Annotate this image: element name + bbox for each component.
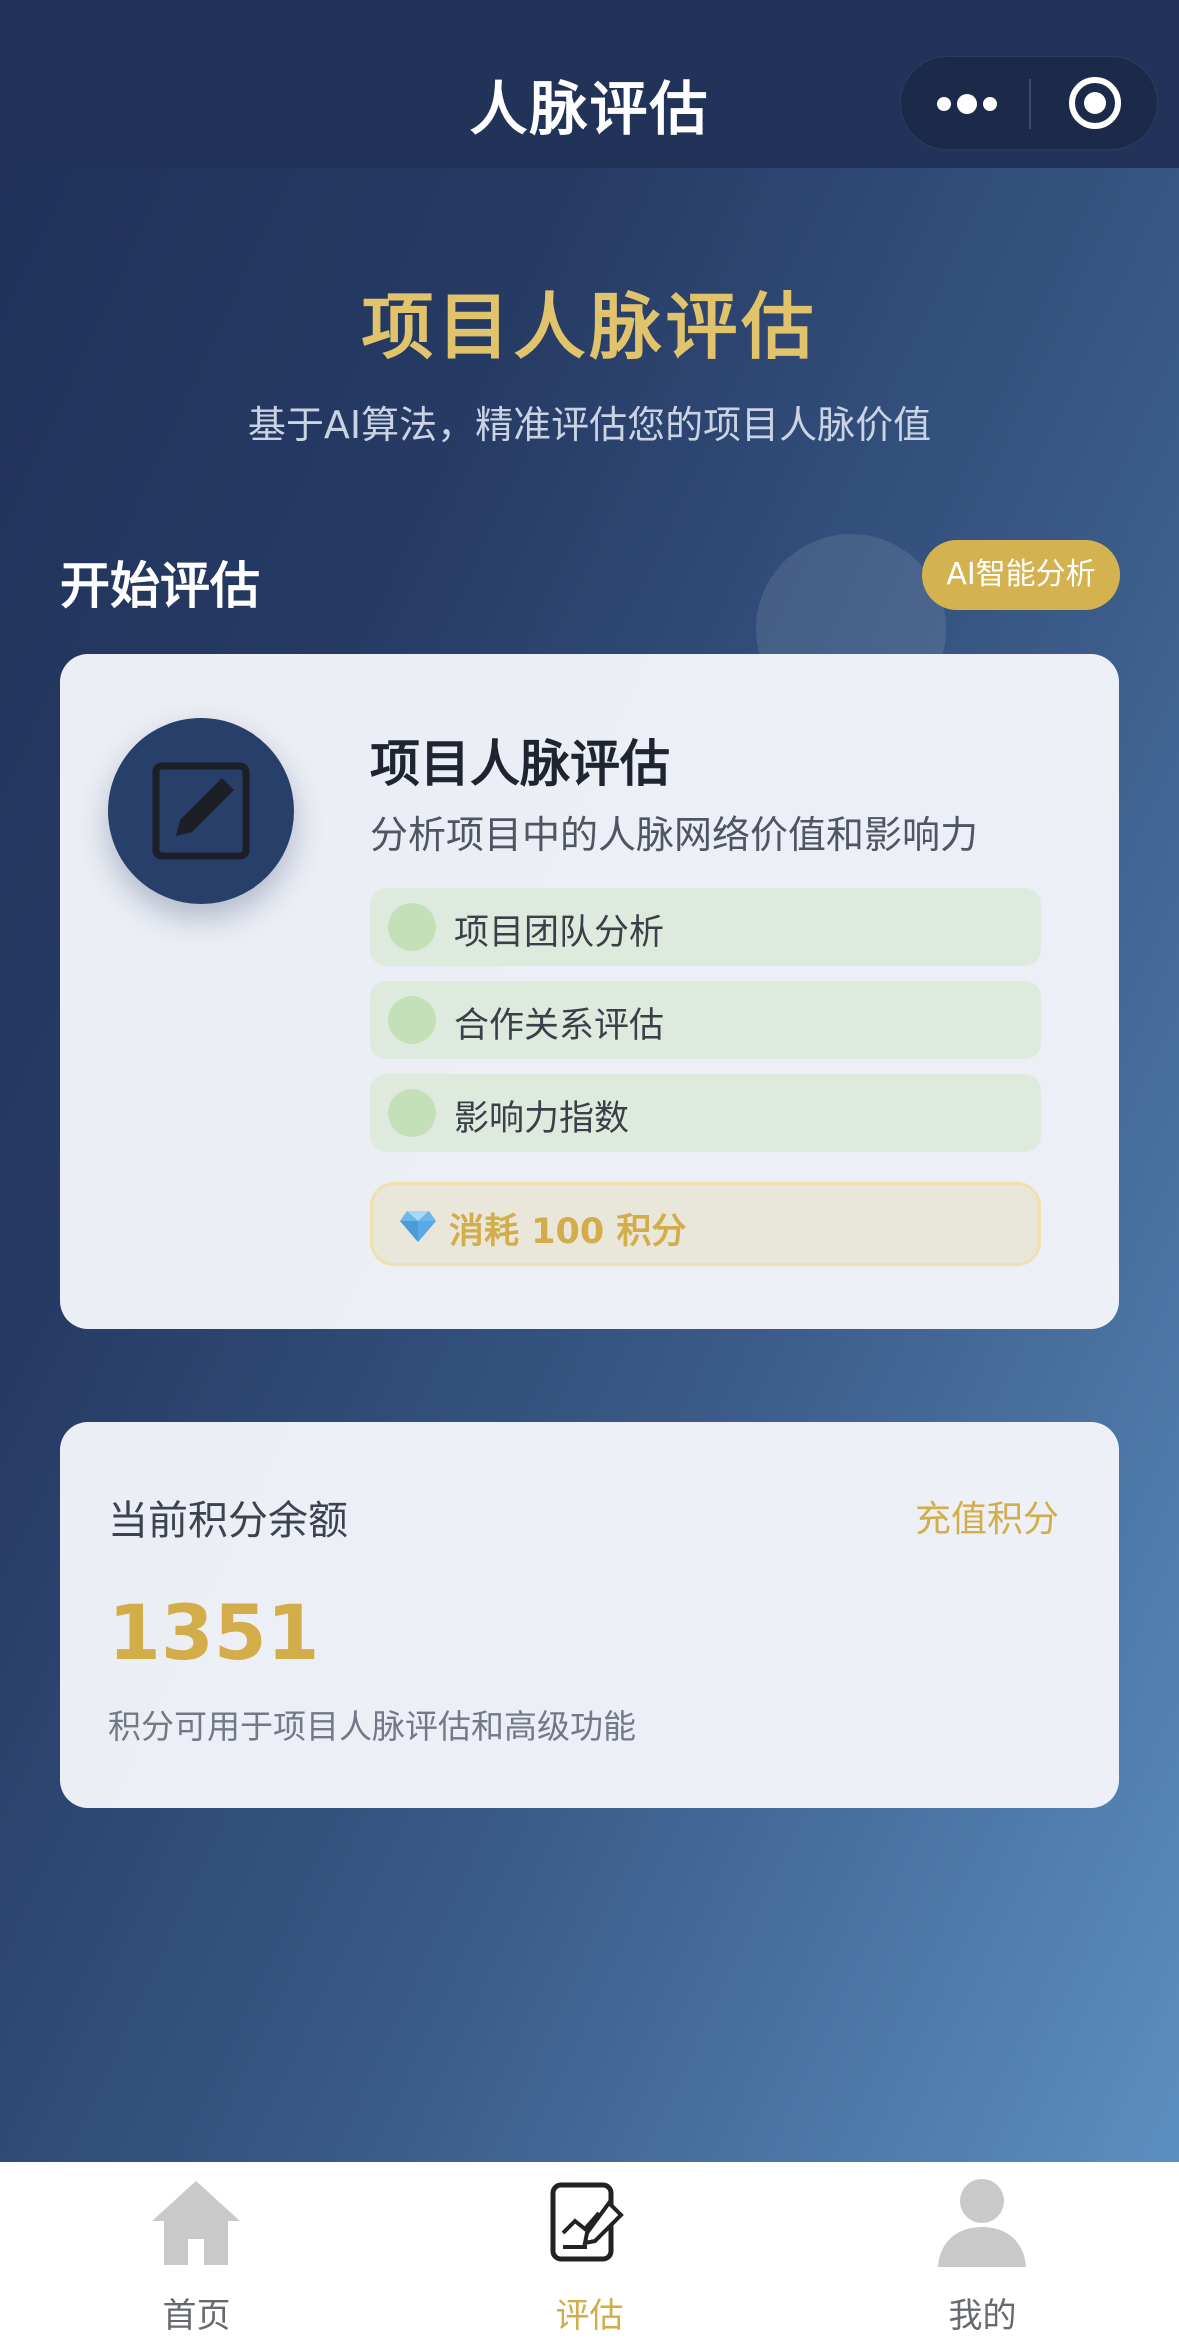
tab-label: 评估 bbox=[555, 2296, 624, 2336]
tab-assessment[interactable]: 评估 bbox=[393, 2162, 786, 2347]
tab-label: 我的 bbox=[948, 2296, 1017, 2336]
balance-value: 1351 bbox=[108, 1588, 320, 1677]
tab-profile[interactable]: 我的 bbox=[786, 2162, 1179, 2347]
user-icon bbox=[938, 2179, 1026, 2267]
edit-square-icon bbox=[108, 718, 294, 904]
feature-dot-icon bbox=[388, 996, 436, 1044]
feature-item: 项目团队分析 bbox=[370, 888, 1041, 966]
feature-label: 项目团队分析 bbox=[454, 913, 665, 953]
balance-card: 当前积分余额 充值积分 1351 积分可用于项目人脉评估和高级功能 bbox=[60, 1422, 1119, 1808]
assessment-title: 项目人脉评估 bbox=[370, 735, 670, 793]
ai-analysis-badge: AI智能分析 bbox=[922, 540, 1120, 610]
feature-item: 合作关系评估 bbox=[370, 981, 1041, 1059]
diamond-icon bbox=[400, 1211, 436, 1242]
cost-label: 消耗 100 积分 bbox=[449, 1212, 687, 1252]
assessment-icon bbox=[550, 2182, 624, 2262]
hero-title: 项目人脉评估 bbox=[361, 285, 818, 369]
mini-program-capsule bbox=[900, 56, 1158, 150]
section-title: 开始评估 bbox=[60, 557, 260, 615]
target-circle-icon[interactable] bbox=[1069, 77, 1121, 129]
capsule-divider bbox=[1029, 79, 1031, 129]
feature-dot-icon bbox=[388, 1089, 436, 1137]
home-icon bbox=[152, 2181, 240, 2265]
tab-label: 首页 bbox=[162, 2296, 231, 2336]
balance-label: 当前积分余额 bbox=[108, 1498, 348, 1544]
tab-bar: 首页 评估 我的 bbox=[0, 2162, 1179, 2347]
assessment-card[interactable]: 项目人脉评估 分析项目中的人脉网络价值和影响力 项目团队分析 合作关系评估 影响… bbox=[60, 654, 1119, 1329]
feature-label: 合作关系评估 bbox=[454, 1006, 665, 1046]
hero-subtitle: 基于AI算法，精准评估您的项目人脉价值 bbox=[247, 403, 932, 447]
recharge-link[interactable]: 充值积分 bbox=[915, 1490, 1059, 1542]
more-dots-icon[interactable] bbox=[937, 87, 997, 121]
balance-note: 积分可用于项目人脉评估和高级功能 bbox=[108, 1707, 636, 1746]
feature-label: 影响力指数 bbox=[454, 1099, 630, 1139]
assessment-description: 分析项目中的人脉网络价值和影响力 bbox=[370, 813, 979, 857]
tab-home[interactable]: 首页 bbox=[0, 2162, 393, 2347]
cost-button[interactable]: 消耗 100 积分 bbox=[370, 1182, 1041, 1266]
feature-dot-icon bbox=[388, 903, 436, 951]
feature-item: 影响力指数 bbox=[370, 1074, 1041, 1152]
navigation-bar: 人脉评估 bbox=[0, 0, 1179, 168]
